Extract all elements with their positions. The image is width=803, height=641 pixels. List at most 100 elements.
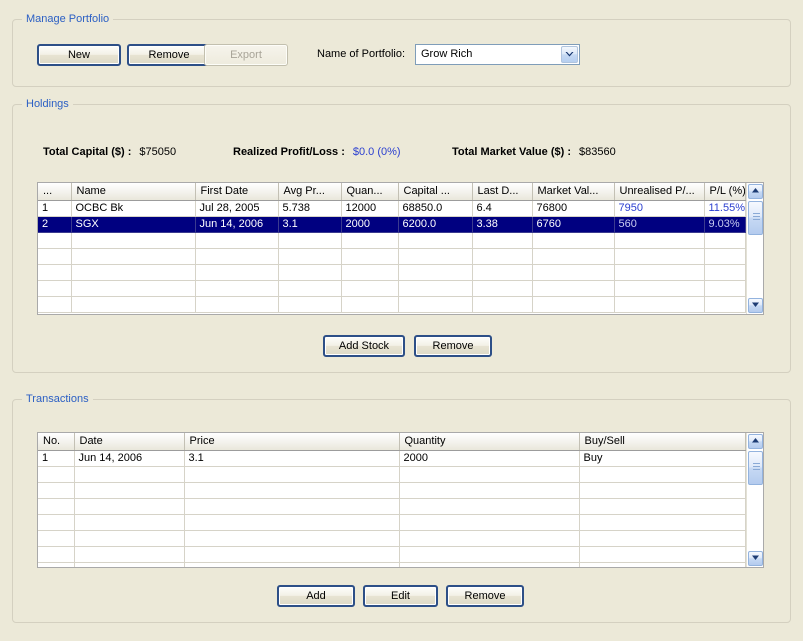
- table-cell-empty: [614, 232, 704, 248]
- column-header[interactable]: Quan...: [341, 183, 398, 200]
- table-row-empty[interactable]: [38, 498, 746, 514]
- export-button[interactable]: Export: [204, 44, 288, 66]
- table-row-empty[interactable]: [38, 466, 746, 482]
- transactions-vertical-scrollbar[interactable]: [746, 433, 763, 567]
- table-cell-empty: [184, 514, 399, 530]
- portfolio-select[interactable]: Grow Rich: [415, 44, 580, 65]
- table-cell-empty: [278, 280, 341, 296]
- table-cell-empty: [532, 280, 614, 296]
- table-cell-empty: [399, 482, 579, 498]
- total-market-value-value: $83560: [571, 146, 616, 158]
- table-row-empty[interactable]: [38, 248, 746, 264]
- column-header[interactable]: First Date: [195, 183, 278, 200]
- transactions-scrollbar-thumb[interactable]: [748, 451, 763, 485]
- table-cell: 5.738: [278, 200, 341, 216]
- table-cell-empty: [184, 482, 399, 498]
- table-cell-empty: [71, 280, 195, 296]
- table-cell-empty: [71, 296, 195, 312]
- table-cell-empty: [614, 280, 704, 296]
- add-transaction-button[interactable]: Add: [277, 585, 355, 607]
- total-capital-value: $75050: [131, 146, 176, 158]
- realized-profit-loss-summary: Realized Profit/Loss :$0.0 (0%): [233, 146, 401, 158]
- holdings-vertical-scrollbar[interactable]: [746, 183, 763, 314]
- table-cell-empty: [278, 248, 341, 264]
- total-market-value-label: Total Market Value ($) :: [452, 146, 571, 158]
- scroll-up-icon[interactable]: [748, 434, 763, 449]
- scroll-down-icon[interactable]: [748, 551, 763, 566]
- table-cell: 76800: [532, 200, 614, 216]
- scroll-down-icon[interactable]: [748, 298, 763, 313]
- table-cell-empty: [74, 530, 184, 546]
- table-cell-empty: [38, 296, 71, 312]
- chevron-down-icon[interactable]: [561, 46, 578, 63]
- transactions-table[interactable]: No.DatePriceQuantityBuy/Sell 1Jun 14, 20…: [37, 432, 764, 568]
- column-header[interactable]: Quantity: [399, 433, 579, 450]
- column-header[interactable]: Name: [71, 183, 195, 200]
- table-cell-empty: [38, 264, 71, 280]
- table-row-empty[interactable]: [38, 296, 746, 312]
- column-header[interactable]: P/L (%): [704, 183, 746, 200]
- table-cell-empty: [704, 296, 746, 312]
- holdings-table[interactable]: ...NameFirst DateAvg Pr...Quan...Capital…: [37, 182, 764, 315]
- table-cell-empty: [399, 530, 579, 546]
- column-header[interactable]: ...: [38, 183, 71, 200]
- table-row-empty[interactable]: [38, 264, 746, 280]
- table-cell: 3.1: [278, 216, 341, 232]
- table-cell-empty: [704, 232, 746, 248]
- table-cell-empty: [398, 264, 472, 280]
- table-row-empty[interactable]: [38, 280, 746, 296]
- table-cell-empty: [341, 280, 398, 296]
- table-cell-empty: [579, 514, 746, 530]
- remove-stock-button[interactable]: Remove: [414, 335, 492, 357]
- table-cell-empty: [341, 248, 398, 264]
- table-row[interactable]: 1OCBC BkJul 28, 20055.7381200068850.06.4…: [38, 200, 746, 216]
- table-row[interactable]: 1Jun 14, 20063.12000Buy: [38, 450, 746, 466]
- edit-transaction-button[interactable]: Edit: [363, 585, 438, 607]
- table-cell-empty: [195, 264, 278, 280]
- column-header[interactable]: Avg Pr...: [278, 183, 341, 200]
- table-cell: 12000: [341, 200, 398, 216]
- transactions-group-title: Transactions: [22, 393, 93, 405]
- transactions-grid[interactable]: No.DatePriceQuantityBuy/Sell 1Jun 14, 20…: [38, 433, 746, 567]
- table-cell-empty: [38, 482, 74, 498]
- holdings-scrollbar-thumb[interactable]: [748, 201, 763, 235]
- column-header[interactable]: Capital ...: [398, 183, 472, 200]
- scrollbar-grip-icon: [753, 463, 760, 472]
- scroll-up-icon[interactable]: [748, 184, 763, 199]
- column-header[interactable]: No.: [38, 433, 74, 450]
- table-row-empty[interactable]: [38, 546, 746, 562]
- table-cell: Jun 14, 2006: [74, 450, 184, 466]
- table-row-empty[interactable]: [38, 232, 746, 248]
- column-header[interactable]: Unrealised P/...: [614, 183, 704, 200]
- column-header[interactable]: Date: [74, 433, 184, 450]
- remove-transaction-button[interactable]: Remove: [446, 585, 524, 607]
- new-portfolio-button[interactable]: New: [37, 44, 121, 66]
- table-row[interactable]: 2SGXJun 14, 20063.120006200.03.386760560…: [38, 216, 746, 232]
- table-row-empty[interactable]: [38, 514, 746, 530]
- table-cell-empty: [38, 498, 74, 514]
- table-cell: OCBC Bk: [71, 200, 195, 216]
- column-header[interactable]: Buy/Sell: [579, 433, 746, 450]
- table-row-empty[interactable]: [38, 482, 746, 498]
- holdings-grid[interactable]: ...NameFirst DateAvg Pr...Quan...Capital…: [38, 183, 746, 314]
- holdings-body[interactable]: 1OCBC BkJul 28, 20055.7381200068850.06.4…: [38, 200, 746, 312]
- table-cell-empty: [278, 296, 341, 312]
- total-capital-label: Total Capital ($) :: [43, 146, 131, 158]
- transactions-body[interactable]: 1Jun 14, 20063.12000Buy: [38, 450, 746, 567]
- table-cell-empty: [71, 264, 195, 280]
- column-header[interactable]: Price: [184, 433, 399, 450]
- table-cell-empty: [74, 466, 184, 482]
- table-cell-empty: [38, 562, 74, 567]
- table-row-empty[interactable]: [38, 562, 746, 567]
- remove-portfolio-button[interactable]: Remove: [127, 44, 211, 66]
- table-cell: 2000: [341, 216, 398, 232]
- table-row-empty[interactable]: [38, 530, 746, 546]
- column-header[interactable]: Last D...: [472, 183, 532, 200]
- table-cell-empty: [399, 514, 579, 530]
- add-stock-button[interactable]: Add Stock: [323, 335, 405, 357]
- table-cell-empty: [38, 530, 74, 546]
- table-cell-empty: [38, 514, 74, 530]
- table-cell-empty: [472, 280, 532, 296]
- column-header[interactable]: Market Val...: [532, 183, 614, 200]
- manage-portfolio-group-title: Manage Portfolio: [22, 13, 113, 25]
